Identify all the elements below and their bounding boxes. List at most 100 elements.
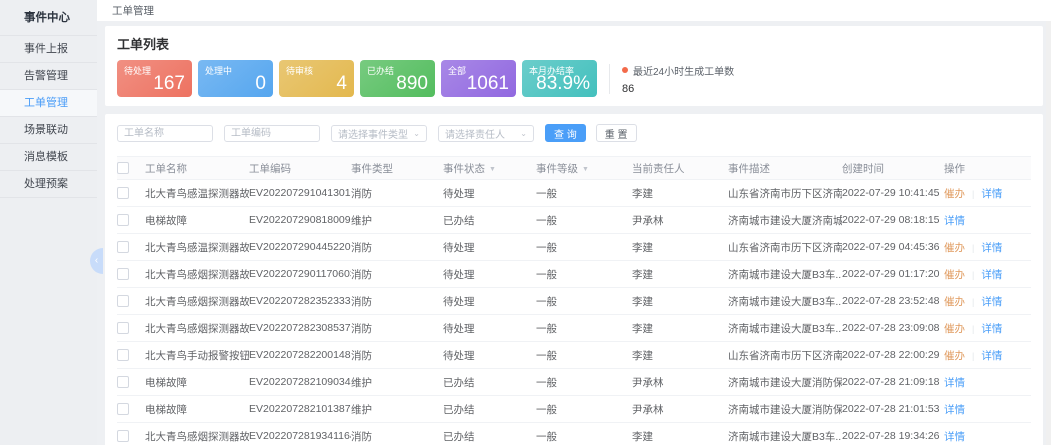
order-name-input[interactable]	[117, 125, 213, 142]
chevron-down-icon: ⌄	[520, 129, 527, 138]
cell-name: 电梯故障	[145, 402, 249, 417]
stat-card-3: 待审核4	[279, 60, 354, 97]
cell-name: 北大青鸟感烟探测器故障	[145, 321, 249, 336]
reset-button[interactable]: 重 置	[596, 124, 637, 142]
cell-code: EV20220729044522068	[249, 241, 351, 253]
detail-link[interactable]: 详情	[944, 431, 965, 443]
recent-orders-label: 最近24小时生成工单数	[633, 63, 734, 78]
stat-card-4: 已办结890	[360, 60, 435, 97]
filter-icon[interactable]: ▼	[489, 166, 496, 173]
detail-link[interactable]: 详情	[944, 377, 965, 389]
column-header: 事件类型	[351, 161, 443, 176]
table-row: 北大青鸟感温探测器故障EV20220729104130123消防待处理一般李建山…	[117, 180, 1031, 207]
cell-owner: 李建	[632, 267, 728, 282]
cell-time: 2022-07-29 08:18:15	[842, 214, 944, 226]
chevron-left-icon: ‹	[95, 256, 98, 266]
detail-link[interactable]: 详情	[965, 323, 1002, 335]
cell-actions: 催办详情	[944, 267, 1031, 282]
column-header-label: 操作	[944, 163, 965, 175]
urge-link[interactable]: 催办	[944, 323, 965, 335]
sidebar: 事件中心 事件上报告警管理工单管理场景联动消息模板处理预案	[0, 0, 97, 445]
cell-desc: 济南城市建设大厦济南城...	[728, 213, 842, 228]
detail-link[interactable]: 详情	[944, 404, 965, 416]
detail-link[interactable]: 详情	[965, 269, 1002, 281]
cell-owner: 李建	[632, 240, 728, 255]
cell-level: 一般	[536, 186, 632, 201]
select-all-checkbox[interactable]	[117, 162, 129, 174]
search-button[interactable]: 查 询	[545, 124, 586, 142]
sidebar-item-3[interactable]: 工单管理	[0, 90, 97, 117]
cell-code: EV20220728193411643	[249, 430, 351, 442]
row-checkbox[interactable]	[117, 349, 129, 361]
urge-link[interactable]: 催办	[944, 269, 965, 281]
urge-link[interactable]: 催办	[944, 188, 965, 200]
cell-status: 已办结	[443, 213, 536, 228]
urge-link[interactable]: 催办	[944, 242, 965, 254]
cell-type: 消防	[351, 348, 443, 363]
sidebar-item-2[interactable]: 告警管理	[0, 63, 97, 90]
row-checkbox[interactable]	[117, 403, 129, 415]
sidebar-item-6[interactable]: 处理预案	[0, 171, 97, 198]
work-order-table: 工单名称工单编码事件类型事件状态▼事件等级▼当前责任人事件描述创建时间操作北大青…	[117, 156, 1031, 445]
column-header: 创建时间	[842, 161, 944, 176]
detail-link[interactable]: 详情	[965, 350, 1002, 362]
cell-type: 消防	[351, 294, 443, 309]
cell-desc: 济南城市建设大厦消防保...	[728, 375, 842, 390]
stat-card-label: 待审核	[286, 64, 313, 77]
stat-card-value: 890	[396, 73, 428, 95]
row-checkbox[interactable]	[117, 295, 129, 307]
detail-link[interactable]: 详情	[965, 242, 1002, 254]
event-type-select[interactable]: 请选择事件类型 ⌄	[331, 125, 427, 142]
cell-level: 一般	[536, 267, 632, 282]
cell-time: 2022-07-28 19:34:26	[842, 430, 944, 442]
cell-time: 2022-07-28 23:09:08	[842, 322, 944, 334]
detail-link[interactable]: 详情	[965, 188, 1002, 200]
cell-time: 2022-07-29 01:17:20	[842, 268, 944, 280]
column-header-label: 工单编码	[249, 163, 291, 175]
cell-type: 消防	[351, 429, 443, 444]
sidebar-menu: 事件上报告警管理工单管理场景联动消息模板处理预案	[0, 36, 97, 198]
row-checkbox[interactable]	[117, 241, 129, 253]
cell-status: 已办结	[443, 429, 536, 444]
row-checkbox[interactable]	[117, 430, 129, 442]
cell-code: EV20220728230853750	[249, 322, 351, 334]
row-checkbox-cell	[117, 349, 145, 361]
detail-link[interactable]: 详情	[965, 296, 1002, 308]
scrollbar[interactable]	[1046, 21, 1051, 445]
filter-icon[interactable]: ▼	[582, 166, 589, 173]
row-checkbox[interactable]	[117, 376, 129, 388]
row-checkbox[interactable]	[117, 187, 129, 199]
row-checkbox-cell	[117, 295, 145, 307]
table-row: 北大青鸟感烟探测器故障EV20220728230853750消防待处理一般李建济…	[117, 315, 1031, 342]
cell-time: 2022-07-28 21:09:18	[842, 376, 944, 388]
cell-owner: 李建	[632, 294, 728, 309]
cell-actions: 详情	[944, 402, 1031, 417]
column-header: 当前责任人	[632, 161, 728, 176]
urge-link[interactable]: 催办	[944, 350, 965, 362]
cell-type: 消防	[351, 186, 443, 201]
sidebar-item-5[interactable]: 消息模板	[0, 144, 97, 171]
cell-status: 待处理	[443, 321, 536, 336]
sidebar-item-4[interactable]: 场景联动	[0, 117, 97, 144]
cell-status: 待处理	[443, 240, 536, 255]
detail-link[interactable]: 详情	[944, 215, 965, 227]
row-checkbox[interactable]	[117, 268, 129, 280]
responsible-person-select[interactable]: 请选择责任人 ⌄	[438, 125, 534, 142]
cell-owner: 尹承林	[632, 402, 728, 417]
cell-name: 电梯故障	[145, 375, 249, 390]
column-header-label: 事件描述	[728, 163, 770, 175]
column-header: 工单编码	[249, 161, 351, 176]
row-checkbox[interactable]	[117, 214, 129, 226]
stat-card-label: 全部	[448, 64, 466, 77]
column-header-label: 事件类型	[351, 163, 393, 175]
table-row: 北大青鸟感烟探测器故障EV20220728193411643消防已办结一般李建济…	[117, 423, 1031, 445]
stat-card-label: 已办结	[367, 64, 394, 77]
stat-card-1: 待处理167	[117, 60, 192, 97]
sidebar-item-1[interactable]: 事件上报	[0, 36, 97, 63]
row-checkbox[interactable]	[117, 322, 129, 334]
cell-actions: 详情	[944, 429, 1031, 444]
order-code-input[interactable]	[224, 125, 320, 142]
page-title: 工单列表	[117, 34, 1031, 53]
urge-link[interactable]: 催办	[944, 296, 965, 308]
column-header-label: 当前责任人	[632, 163, 685, 175]
